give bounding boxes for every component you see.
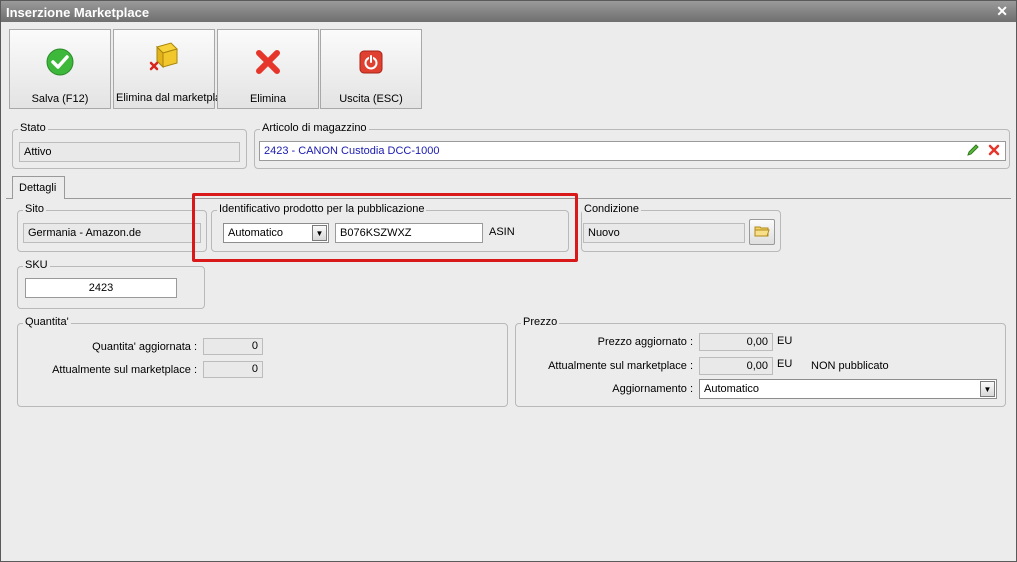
condizione-browse-button[interactable] xyxy=(749,219,775,245)
condizione-label: Condizione xyxy=(582,203,642,215)
chevron-down-icon[interactable]: ▼ xyxy=(980,381,995,397)
prezzo-market-label: Attualmente sul marketplace : xyxy=(548,360,693,372)
sku-input[interactable]: 2423 xyxy=(25,278,177,298)
delete-button[interactable]: Elimina xyxy=(217,29,319,109)
prezzo-updated-field: 0,00 xyxy=(699,333,773,351)
close-icon[interactable]: ✕ xyxy=(996,3,1008,20)
tab-dettagli[interactable]: Dettagli xyxy=(12,176,65,199)
sito-label: Sito xyxy=(23,203,46,215)
articolo-label: Articolo di magazzino xyxy=(260,122,369,134)
quantita-updated-label: Quantita' aggiornata : xyxy=(92,341,197,353)
articolo-field[interactable]: 2423 - CANON Custodia DCC-1000 xyxy=(259,141,1006,161)
articolo-value: 2423 - CANON Custodia DCC-1000 xyxy=(264,145,440,157)
check-icon xyxy=(10,44,110,80)
save-button[interactable]: Salva (F12) xyxy=(9,29,111,109)
remove-from-marketplace-button[interactable]: Elimina dal marketplace xyxy=(113,29,233,109)
edit-pencil-icon[interactable] xyxy=(966,143,980,157)
quantita-market-label: Attualmente sul marketplace : xyxy=(52,364,197,376)
quantita-updated-field: 0 xyxy=(203,338,263,355)
exit-button-label: Uscita (ESC) xyxy=(339,93,403,105)
condizione-field: Nuovo xyxy=(583,223,745,243)
stato-label: Stato xyxy=(18,122,48,134)
aggiornamento-select[interactable]: Automatico ▼ xyxy=(699,379,997,399)
prezzo-label: Prezzo xyxy=(521,316,560,328)
marketplace-window: Inserzione Marketplace ✕ Salva (F12) Eli… xyxy=(0,0,1017,562)
save-button-label: Salva (F12) xyxy=(31,93,89,105)
aggiornamento-label: Aggiornamento : xyxy=(612,383,693,395)
folder-icon xyxy=(754,224,770,241)
box-remove-icon xyxy=(114,38,214,74)
exit-button[interactable]: Uscita (ESC) xyxy=(320,29,422,109)
highlight-box xyxy=(192,193,578,262)
aggiornamento-value: Automatico xyxy=(704,383,760,395)
stato-field: Attivo xyxy=(19,142,240,162)
prezzo-updated-currency: EU xyxy=(777,335,793,347)
window-title: Inserzione Marketplace xyxy=(6,5,150,20)
sito-field: Germania - Amazon.de xyxy=(23,223,201,243)
delete-button-label: Elimina xyxy=(249,93,287,105)
clear-x-icon[interactable] xyxy=(987,143,1001,157)
delete-x-icon xyxy=(218,44,318,80)
prezzo-market-currency: EU xyxy=(777,358,793,370)
quantita-market-field: 0 xyxy=(203,361,263,378)
prezzo-updated-label: Prezzo aggiornato : xyxy=(597,336,693,348)
title-bar: Inserzione Marketplace ✕ xyxy=(1,1,1016,22)
prezzo-market-field: 0,00 xyxy=(699,357,773,375)
power-icon xyxy=(321,44,421,80)
prezzo-market-status: NON pubblicato xyxy=(811,360,889,372)
remove-from-marketplace-label: Elimina dal marketplace xyxy=(116,92,233,104)
quantita-label: Quantita' xyxy=(23,316,71,328)
sku-label: SKU xyxy=(23,259,50,271)
